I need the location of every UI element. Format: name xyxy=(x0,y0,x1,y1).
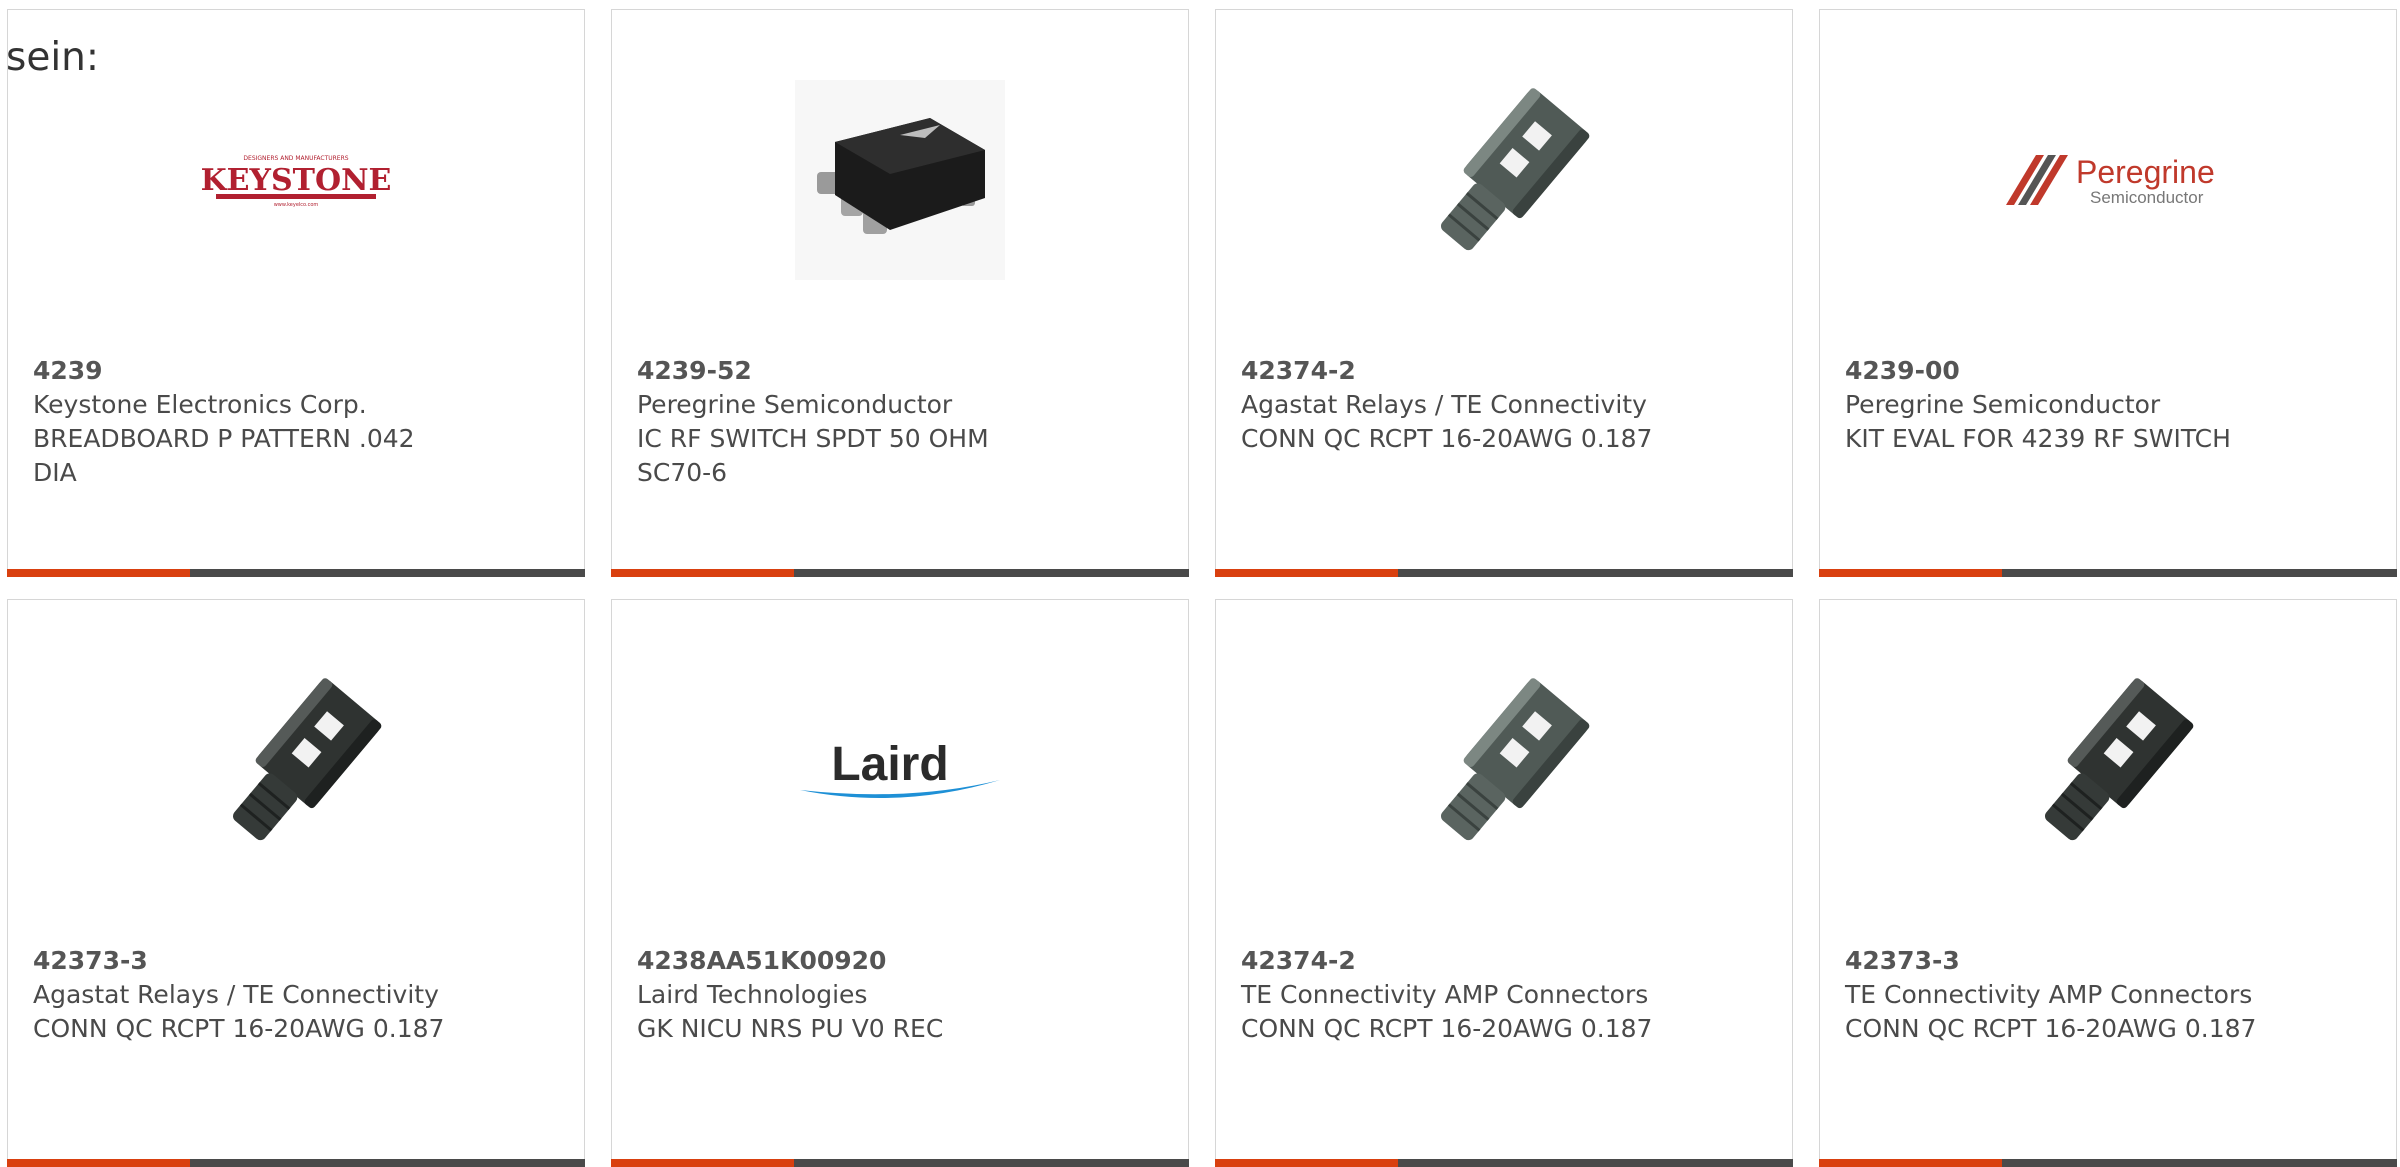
part-number[interactable]: 42374-2 xyxy=(1241,354,1661,388)
product-image xyxy=(8,670,584,870)
part-number[interactable]: 4239-00 xyxy=(1845,354,2265,388)
description: CONN QC RCPT 16-20AWG 0.187 xyxy=(1241,1014,1653,1043)
svg-text:www.keyelco.com: www.keyelco.com xyxy=(274,202,319,208)
part-number[interactable]: 42373-3 xyxy=(1845,944,2265,978)
description: CONN QC RCPT 16-20AWG 0.187 xyxy=(1845,1014,2257,1043)
card-bar xyxy=(7,569,585,577)
card-bar xyxy=(7,1159,585,1167)
card-bar xyxy=(611,1159,1189,1167)
product-grid: DESIGNERS AND MANUFACTURERS KEYSTONE www… xyxy=(7,9,2400,1167)
card-bar xyxy=(1819,1159,2397,1167)
product-card[interactable]: 42374-2 Agastat Relays / TE Connectivity… xyxy=(1215,9,1793,577)
description: KIT EVAL FOR 4239 RF SWITCH xyxy=(1845,424,2231,453)
laird-logo-icon: Laird xyxy=(800,738,1000,798)
card-bar xyxy=(1819,569,2397,577)
svg-text:Peregrine: Peregrine xyxy=(2076,154,2215,190)
product-card[interactable]: DESIGNERS AND MANUFACTURERS KEYSTONE www… xyxy=(7,9,585,577)
ic-chip-icon xyxy=(795,80,1005,280)
part-number[interactable]: 42373-3 xyxy=(33,944,453,978)
product-image xyxy=(1216,670,1792,870)
card-bar xyxy=(1215,569,1793,577)
part-number[interactable]: 4239 xyxy=(33,354,453,388)
product-image xyxy=(612,80,1188,280)
manufacturer: Keystone Electronics Corp. xyxy=(33,390,367,419)
product-card[interactable]: 4239-52 Peregrine Semiconductor IC RF SW… xyxy=(611,9,1189,577)
description: GK NICU NRS PU V0 REC xyxy=(637,1014,944,1043)
product-card[interactable]: 42373-3 Agastat Relays / TE Connectivity… xyxy=(7,599,585,1167)
svg-text:KEYSTONE: KEYSTONE xyxy=(201,163,392,198)
manufacturer: TE Connectivity AMP Connectors xyxy=(1241,980,1649,1009)
peregrine-logo-icon: Peregrine Semiconductor xyxy=(2006,154,2215,207)
manufacturer: Agastat Relays / TE Connectivity xyxy=(1241,390,1647,419)
product-image xyxy=(1216,80,1792,280)
page: sein: DESIGNERS AND MANUFACTURERS KEYSTO… xyxy=(0,0,2400,1167)
svg-text:Semiconductor: Semiconductor xyxy=(2090,188,2204,207)
manufacturer: Peregrine Semiconductor xyxy=(1845,390,2161,419)
product-image xyxy=(1820,670,2396,870)
part-number[interactable]: 4239-52 xyxy=(637,354,1057,388)
manufacturer: Agastat Relays / TE Connectivity xyxy=(33,980,439,1009)
intro-text: sein: xyxy=(6,35,100,80)
product-card[interactable]: Laird 4238AA51K00920 Laird Technologies … xyxy=(611,599,1189,1167)
connector-icon xyxy=(1440,88,1590,251)
product-image: Laird xyxy=(612,670,1188,870)
description: CONN QC RCPT 16-20AWG 0.187 xyxy=(1241,424,1653,453)
part-number[interactable]: 4238AA51K00920 xyxy=(637,944,1057,978)
connector-icon xyxy=(2044,678,2194,841)
product-card[interactable]: 42373-3 TE Connectivity AMP Connectors C… xyxy=(1819,599,2397,1167)
svg-text:Laird: Laird xyxy=(831,738,948,791)
connector-icon xyxy=(232,678,382,841)
manufacturer: Peregrine Semiconductor xyxy=(637,390,953,419)
part-number[interactable]: 42374-2 xyxy=(1241,944,1661,978)
keystone-logo-icon: DESIGNERS AND MANUFACTURERS KEYSTONE www… xyxy=(201,155,392,208)
product-image: DESIGNERS AND MANUFACTURERS KEYSTONE www… xyxy=(8,80,584,280)
product-card[interactable]: 42374-2 TE Connectivity AMP Connectors C… xyxy=(1215,599,1793,1167)
manufacturer: TE Connectivity AMP Connectors xyxy=(1845,980,2253,1009)
description: BREADBOARD P PATTERN .042 DIA xyxy=(33,424,415,487)
card-bar xyxy=(611,569,1189,577)
description: CONN QC RCPT 16-20AWG 0.187 xyxy=(33,1014,445,1043)
card-bar xyxy=(1215,1159,1793,1167)
description: IC RF SWITCH SPDT 50 OHM SC70-6 xyxy=(637,424,989,487)
svg-text:DESIGNERS AND MANUFACTURERS: DESIGNERS AND MANUFACTURERS xyxy=(243,155,348,162)
connector-icon xyxy=(1440,678,1590,841)
product-card[interactable]: Peregrine Semiconductor 4239-00 Peregrin… xyxy=(1819,9,2397,577)
product-image: Peregrine Semiconductor xyxy=(1820,80,2396,280)
manufacturer: Laird Technologies xyxy=(637,980,868,1009)
